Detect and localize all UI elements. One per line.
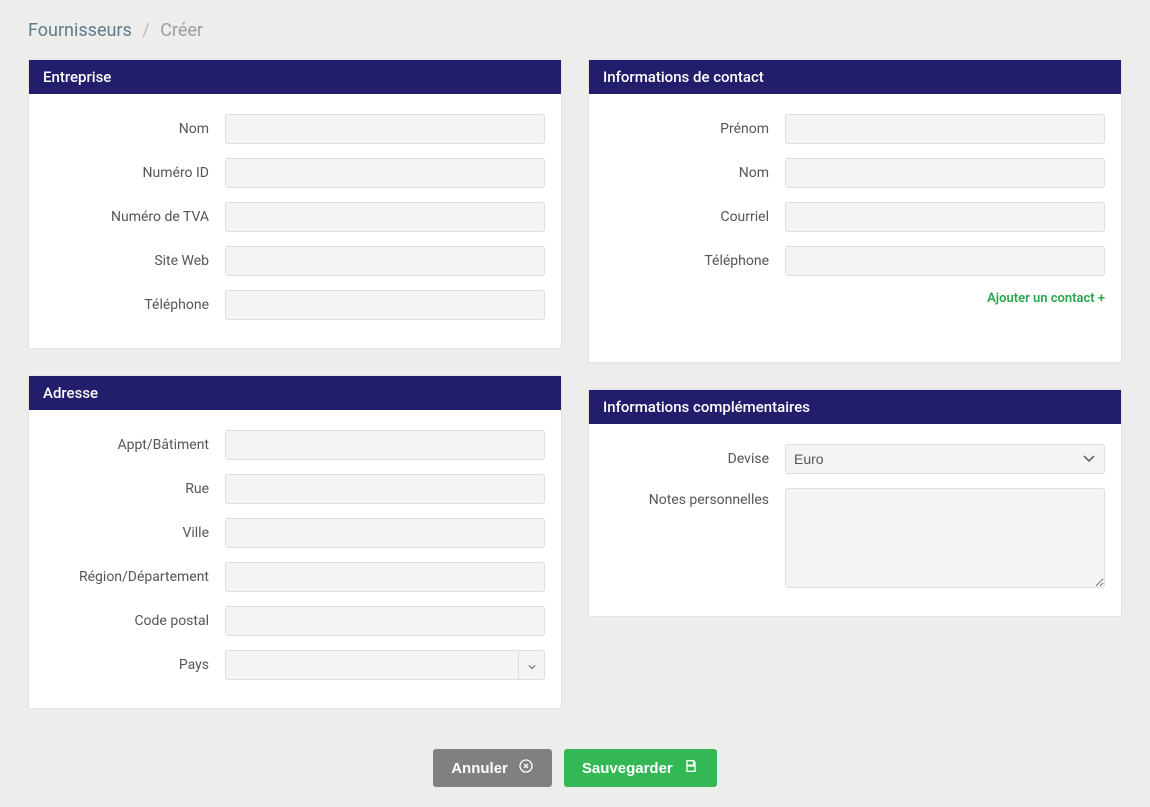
input-company-id[interactable] (225, 158, 545, 188)
input-company-name[interactable] (225, 114, 545, 144)
label-address-region: Région/Département (45, 569, 225, 585)
label-company-phone: Téléphone (45, 297, 225, 313)
form-actions: Annuler Sauvegarder (28, 749, 1122, 787)
label-contact-firstname: Prénom (605, 121, 785, 137)
label-company-website: Site Web (45, 253, 225, 269)
breadcrumb-current: Créer (160, 20, 203, 41)
breadcrumb: Fournisseurs / Créer (28, 20, 1122, 41)
select-extra-currency[interactable]: Euro (785, 444, 1105, 474)
save-button-label: Sauvegarder (582, 760, 673, 777)
panel-extra: Informations complémentaires Devise Euro… (588, 389, 1122, 617)
input-company-vat[interactable] (225, 202, 545, 232)
input-address-postal[interactable] (225, 606, 545, 636)
panel-contact-title: Informations de contact (589, 60, 1121, 94)
input-company-phone[interactable] (225, 290, 545, 320)
input-contact-lastname[interactable] (785, 158, 1105, 188)
input-contact-phone[interactable] (785, 246, 1105, 276)
caret-down-icon (528, 658, 536, 673)
panel-extra-title: Informations complémentaires (589, 390, 1121, 424)
panel-company: Entreprise Nom Numéro ID Numéro de TVA S… (28, 59, 562, 349)
label-address-country: Pays (45, 657, 225, 673)
input-address-region[interactable] (225, 562, 545, 592)
input-address-country[interactable] (226, 651, 518, 679)
label-company-id: Numéro ID (45, 165, 225, 181)
close-circle-icon (518, 758, 534, 778)
save-button[interactable]: Sauvegarder (564, 749, 717, 787)
input-contact-firstname[interactable] (785, 114, 1105, 144)
label-extra-currency: Devise (605, 451, 785, 467)
combo-address-country-toggle[interactable] (518, 651, 544, 679)
label-company-vat: Numéro de TVA (45, 209, 225, 225)
label-address-postal: Code postal (45, 613, 225, 629)
link-add-contact[interactable]: Ajouter un contact + (987, 291, 1105, 306)
panel-address: Adresse Appt/Bâtiment Rue Ville Région/D… (28, 375, 562, 709)
label-address-street: Rue (45, 481, 225, 497)
label-company-name: Nom (45, 121, 225, 137)
cancel-button-label: Annuler (451, 760, 508, 777)
breadcrumb-parent[interactable]: Fournisseurs (28, 20, 132, 41)
input-company-website[interactable] (225, 246, 545, 276)
cancel-button[interactable]: Annuler (433, 749, 552, 787)
input-address-city[interactable] (225, 518, 545, 548)
label-contact-lastname: Nom (605, 165, 785, 181)
input-address-apt[interactable] (225, 430, 545, 460)
save-icon (683, 758, 699, 778)
label-contact-email: Courriel (605, 209, 785, 225)
input-contact-email[interactable] (785, 202, 1105, 232)
label-contact-phone: Téléphone (605, 253, 785, 269)
panel-address-title: Adresse (29, 376, 561, 410)
breadcrumb-separator: / (142, 20, 149, 41)
label-address-city: Ville (45, 525, 225, 541)
label-address-apt: Appt/Bâtiment (45, 437, 225, 453)
label-extra-notes: Notes personnelles (605, 488, 785, 508)
panel-contact: Informations de contact Prénom Nom Courr… (588, 59, 1122, 363)
textarea-extra-notes[interactable] (785, 488, 1105, 588)
panel-company-title: Entreprise (29, 60, 561, 94)
input-address-street[interactable] (225, 474, 545, 504)
combo-address-country[interactable] (225, 650, 545, 680)
